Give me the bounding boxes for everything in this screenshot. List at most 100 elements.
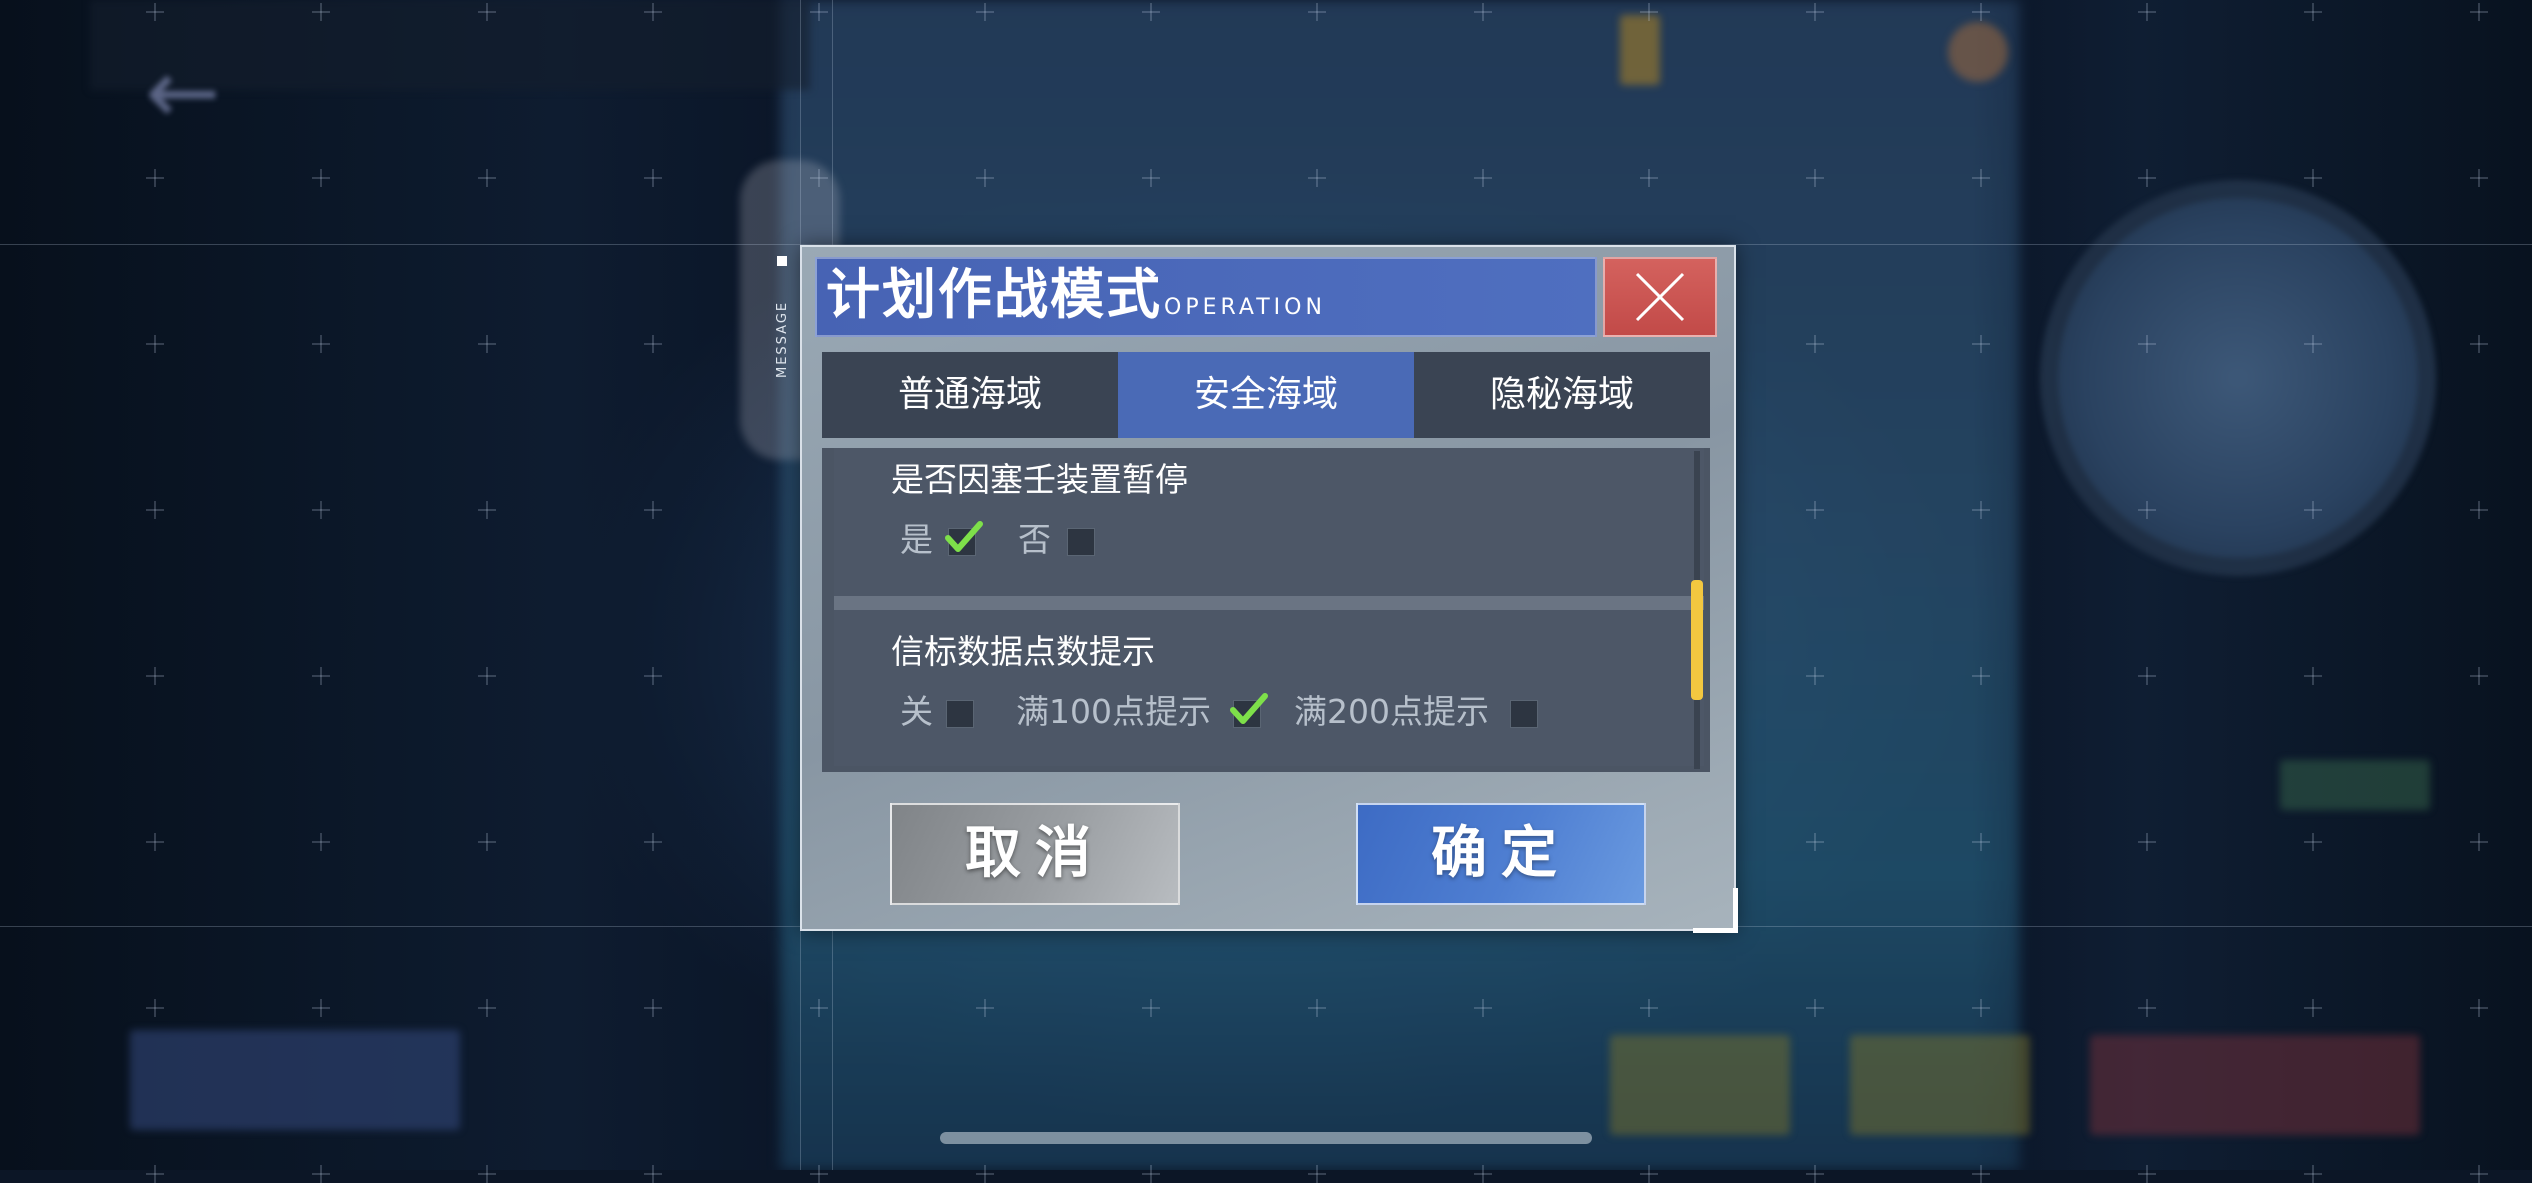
close-button[interactable]: [1603, 257, 1717, 337]
grid-cross-mark: [2138, 833, 2156, 851]
grid-cross-mark: [1806, 3, 1824, 21]
grid-cross-mark: [976, 1165, 994, 1183]
background-resource-icon: [1948, 22, 2008, 82]
background-yellow-button-2: [1850, 1035, 2030, 1135]
grid-cross-mark: [1640, 3, 1658, 21]
grid-cross-mark: [644, 501, 662, 519]
grid-cross-mark: [146, 667, 164, 685]
grid-cross-mark: [1972, 501, 1990, 519]
cancel-button[interactable]: 取消: [890, 803, 1180, 905]
dialog-subtitle: OPERATION: [1164, 295, 1326, 320]
card-divider: [834, 596, 1704, 610]
grid-cross-mark: [1308, 999, 1326, 1017]
settings-list[interactable]: 是否因塞壬装置暂停 是 否 信标数据点数提示 关 满100点提示 满200点提示: [822, 448, 1710, 772]
sea-area-tabs: 普通海域 安全海域 隐秘海域: [822, 352, 1710, 438]
grid-cross-mark: [2304, 999, 2322, 1017]
grid-cross-mark: [2138, 1165, 2156, 1183]
confirm-button[interactable]: 确定: [1356, 803, 1646, 905]
grid-cross-mark: [1972, 169, 1990, 187]
grid-cross-mark: [478, 1165, 496, 1183]
background-left-shade: [0, 0, 800, 1170]
grid-cross-mark: [146, 999, 164, 1017]
grid-cross-mark: [146, 169, 164, 187]
background-red-button: [2090, 1035, 2420, 1135]
grid-cross-mark: [2138, 999, 2156, 1017]
grid-cross-mark: [1640, 999, 1658, 1017]
grid-cross-mark: [1142, 1165, 1160, 1183]
grid-cross-mark: [644, 169, 662, 187]
checkbox-siren-no[interactable]: [1067, 528, 1095, 556]
grid-cross-mark: [976, 169, 994, 187]
background-fleet-panel: [130, 1030, 460, 1130]
grid-cross-mark: [1806, 501, 1824, 519]
grid-cross-mark: [478, 3, 496, 21]
grid-cross-mark: [146, 501, 164, 519]
grid-cross-mark: [312, 833, 330, 851]
home-indicator[interactable]: [940, 1132, 1592, 1144]
option-label: 满200点提示: [1294, 692, 1489, 731]
grid-cross-mark: [1806, 335, 1824, 353]
grid-cross-mark: [2470, 169, 2488, 187]
grid-cross-mark: [1474, 999, 1492, 1017]
grid-cross-mark: [644, 335, 662, 353]
grid-cross-mark: [1308, 169, 1326, 187]
grid-cross-mark: [2470, 1165, 2488, 1183]
checkbox-beacon-off[interactable]: [946, 700, 974, 728]
grid-cross-mark: [312, 3, 330, 21]
setting-card-siren-pause: 是否因塞壬装置暂停 是 否: [834, 448, 1704, 596]
grid-cross-mark: [644, 3, 662, 21]
grid-cross-mark: [478, 335, 496, 353]
grid-cross-mark: [2470, 335, 2488, 353]
tab-safe-sea[interactable]: 安全海域: [1118, 352, 1414, 438]
grid-cross-mark: [146, 335, 164, 353]
checkbox-beacon-200[interactable]: [1510, 700, 1538, 728]
tab-hidden-sea[interactable]: 隐秘海域: [1414, 352, 1710, 438]
grid-cross-mark: [312, 1165, 330, 1183]
dialog-title: 计划作战模式: [826, 263, 1162, 326]
grid-cross-mark: [1972, 999, 1990, 1017]
grid-cross-mark: [478, 169, 496, 187]
grid-cross-mark: [1142, 999, 1160, 1017]
grid-cross-mark: [146, 3, 164, 21]
grid-cross-mark: [2304, 501, 2322, 519]
settings-scrollbar-thumb[interactable]: [1691, 580, 1703, 700]
background-right-shade: [1972, 0, 2532, 1170]
grid-cross-mark: [1806, 169, 1824, 187]
background-yellow-button-1: [1610, 1035, 1790, 1135]
grid-cross-mark: [2304, 1165, 2322, 1183]
grid-cross-mark: [2138, 169, 2156, 187]
grid-cross-mark: [1474, 169, 1492, 187]
grid-cross-mark: [1972, 3, 1990, 21]
grid-cross-mark: [2470, 667, 2488, 685]
grid-cross-mark: [146, 833, 164, 851]
tab-normal-sea[interactable]: 普通海域: [822, 352, 1118, 438]
grid-cross-mark: [2470, 999, 2488, 1017]
grid-cross-mark: [2304, 169, 2322, 187]
grid-cross-mark: [478, 833, 496, 851]
grid-cross-mark: [312, 667, 330, 685]
grid-cross-mark: [2138, 3, 2156, 21]
grid-cross-mark: [1972, 833, 1990, 851]
grid-cross-mark: [312, 999, 330, 1017]
grid-cross-mark: [1972, 335, 1990, 353]
grid-cross-mark: [1806, 667, 1824, 685]
grid-cross-mark: [312, 335, 330, 353]
grid-cross-mark: [810, 169, 828, 187]
grid-cross-mark: [1806, 999, 1824, 1017]
grid-cross-mark: [1640, 169, 1658, 187]
grid-cross-mark: [1972, 1165, 1990, 1183]
grid-cross-mark: [1806, 1165, 1824, 1183]
grid-cross-mark: [1308, 3, 1326, 21]
grid-cross-mark: [1806, 833, 1824, 851]
check-icon: [945, 521, 983, 552]
grid-cross-mark: [2304, 667, 2322, 685]
grid-cross-mark: [644, 999, 662, 1017]
grid-cross-mark: [478, 501, 496, 519]
grid-cross-mark: [1142, 3, 1160, 21]
dialog-corner-decoration: [1693, 888, 1738, 933]
grid-cross-mark: [1972, 667, 1990, 685]
grid-cross-mark: [644, 667, 662, 685]
grid-cross-mark: [2304, 833, 2322, 851]
grid-cross-mark: [2470, 501, 2488, 519]
grid-cross-mark: [2138, 501, 2156, 519]
